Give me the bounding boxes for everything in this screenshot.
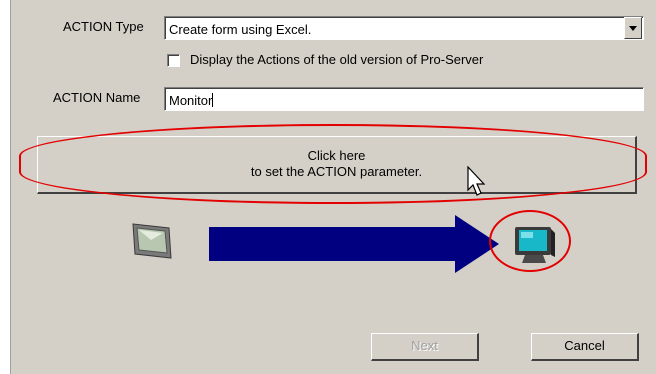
highlight-oval-button: [19, 124, 647, 204]
cancel-button[interactable]: Cancel: [531, 333, 639, 361]
old-version-label[interactable]: Display the Actions of the old version o…: [190, 52, 483, 67]
old-version-checkbox[interactable]: [167, 54, 180, 67]
display-unit-icon: [132, 223, 172, 259]
text-cursor: [212, 93, 214, 107]
next-button[interactable]: Next: [371, 333, 479, 361]
action-name-input[interactable]: Monitor: [164, 87, 644, 111]
arrow-right-icon: [209, 215, 499, 273]
action-type-value: Create form using Excel.: [169, 22, 312, 37]
action-name-value: Monitor: [169, 93, 213, 108]
action-type-label: ACTION Type: [63, 19, 144, 34]
action-name-label: ACTION Name: [53, 90, 141, 105]
chevron-down-icon[interactable]: [624, 17, 642, 39]
mouse-pointer-icon: [467, 166, 486, 196]
action-settings-dialog: ACTION Type Create form using Excel. Dis…: [10, 0, 656, 374]
action-type-select[interactable]: Create form using Excel.: [164, 16, 644, 40]
highlight-oval-monitor: [489, 210, 571, 272]
